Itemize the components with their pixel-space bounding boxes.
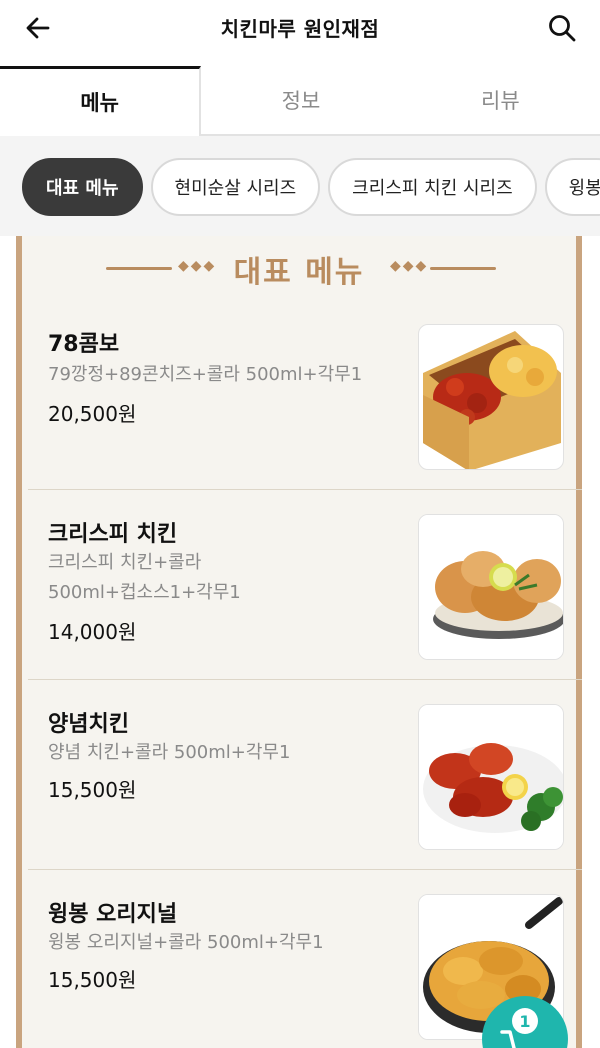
chip-brown-rice-boneless[interactable]: 현미순살 시리즈 bbox=[150, 158, 321, 216]
tab-menu[interactable]: 메뉴 bbox=[0, 66, 202, 136]
tab-info[interactable]: 정보 bbox=[201, 66, 400, 134]
tab-reviews[interactable]: 리뷰 bbox=[401, 66, 600, 134]
menu-item-name: 윙봉 오리지널 bbox=[48, 902, 178, 927]
search-button[interactable] bbox=[542, 8, 582, 48]
page-title: 치킨마루 원인재점 bbox=[220, 17, 380, 41]
menu-item[interactable]: 78콤보 79깡정+89콘치즈+콜라 500ml+각무1 20,500원 bbox=[28, 300, 582, 490]
chip-crispy-chicken[interactable]: 크리스피 치킨 시리즈 bbox=[328, 158, 537, 216]
cart-count-badge: 1 bbox=[512, 1008, 538, 1034]
menu-item-price: 14,000원 bbox=[48, 620, 137, 644]
category-chip-bar: 대표 메뉴 현미순살 시리즈 크리스피 치킨 시리즈 윙봉 bbox=[0, 136, 600, 236]
menu-item-price: 15,500원 bbox=[48, 778, 137, 802]
menu-item-description: 양념 치킨+콜라 500ml+각무1 bbox=[48, 742, 291, 763]
menu-item-name: 78콤보 bbox=[48, 332, 120, 357]
menu-item-name: 크리스피 치킨 bbox=[48, 522, 178, 547]
menu-item-description: 79깡정+89콘치즈+콜라 500ml+각무1 bbox=[48, 364, 363, 385]
chip-featured-menu[interactable]: 대표 메뉴 bbox=[22, 158, 143, 216]
floating-cart-button[interactable]: 1 bbox=[482, 996, 568, 1048]
menu-item[interactable]: 크리스피 치킨 크리스피 치킨+콜라 500ml+컵소스1+각무1 14,000… bbox=[28, 490, 582, 680]
seasoned-chicken-image bbox=[418, 704, 564, 850]
menu-item-description: 윙봉 오리지널+콜라 500ml+각무1 bbox=[48, 932, 324, 953]
app-header: 치킨마루 원인재점 bbox=[0, 0, 600, 56]
menu-item-description: 크리스피 치킨+콜라 500ml+컵소스1+각무1 bbox=[48, 552, 241, 603]
menu-item-name: 양념치킨 bbox=[48, 712, 129, 737]
menu-content: ◆◆◆ 대표 메뉴 ◆◆◆ 78콤보 79깡정+89콘치즈+콜라 500ml+각… bbox=[0, 236, 600, 1048]
search-icon bbox=[549, 15, 576, 42]
fried-chicken-box-image bbox=[418, 324, 564, 470]
menu-board: ◆◆◆ 대표 메뉴 ◆◆◆ 78콤보 79깡정+89콘치즈+콜라 500ml+각… bbox=[16, 236, 582, 1048]
tab-bar: 메뉴 정보 리뷰 bbox=[0, 66, 600, 136]
title-decoration-right bbox=[430, 267, 496, 270]
chip-wings[interactable]: 윙봉 bbox=[544, 158, 600, 216]
menu-item[interactable]: 양념치킨 양념 치킨+콜라 500ml+각무1 15,500원 bbox=[28, 680, 582, 870]
diamond-decoration-right-icon: ◆◆◆ bbox=[390, 258, 429, 274]
menu-item-price: 15,500원 bbox=[48, 968, 137, 992]
crispy-chicken-image bbox=[418, 514, 564, 660]
menu-item-price: 20,500원 bbox=[48, 402, 137, 426]
